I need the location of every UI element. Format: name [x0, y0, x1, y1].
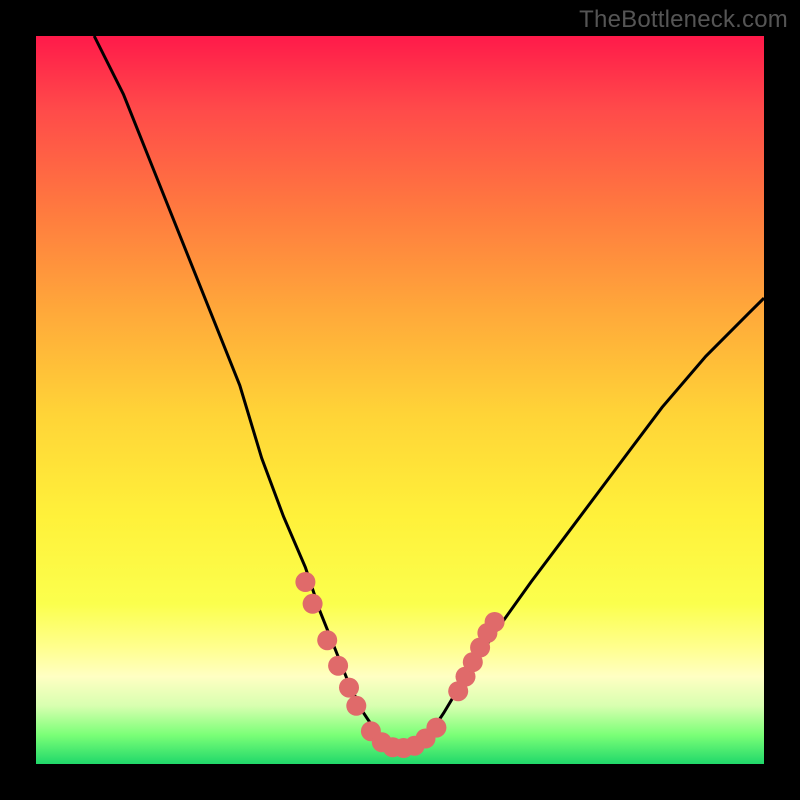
curve-marker	[328, 656, 348, 676]
curve-marker	[317, 630, 337, 650]
curve-marker	[295, 572, 315, 592]
bottleneck-curve	[94, 36, 764, 749]
chart-frame: TheBottleneck.com	[0, 0, 800, 800]
curve-marker	[346, 696, 366, 716]
chart-svg	[36, 36, 764, 764]
curve-marker	[303, 594, 323, 614]
curve-marker	[485, 612, 505, 632]
watermark-text: TheBottleneck.com	[579, 6, 788, 34]
curve-marker	[339, 678, 359, 698]
curve-markers	[295, 572, 504, 758]
plot-area	[36, 36, 764, 764]
curve-marker	[426, 718, 446, 738]
